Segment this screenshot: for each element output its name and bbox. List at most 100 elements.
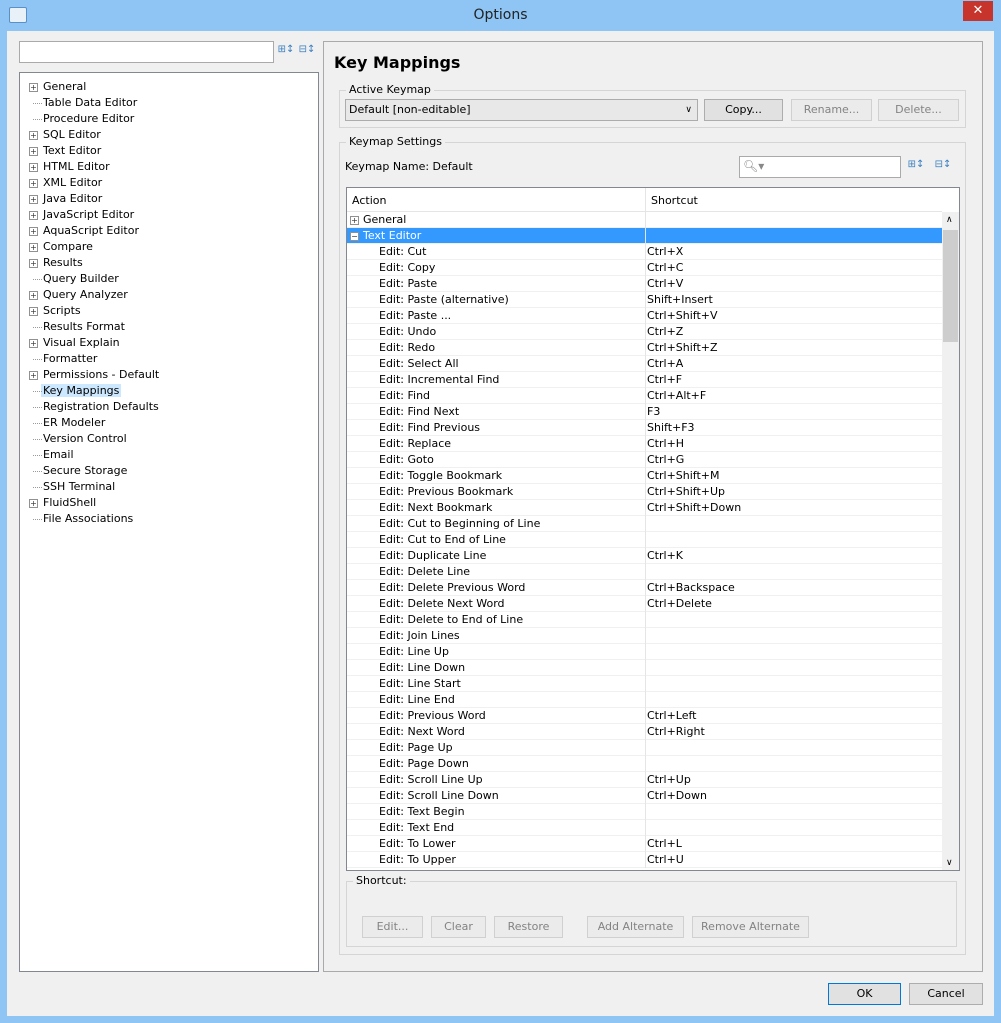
table-row[interactable]: Edit: Delete Line (347, 564, 942, 580)
expand-icon[interactable]: + (29, 243, 38, 252)
tree-item[interactable]: + JavaScript Editor (29, 207, 134, 223)
expand-icon[interactable]: + (29, 195, 38, 204)
expand-all-icon[interactable]: ⊞↕ (277, 44, 295, 60)
table-row[interactable]: Edit: Paste (alternative) Shift+Insert (347, 292, 942, 308)
table-row[interactable]: Edit: Delete Previous Word Ctrl+Backspace (347, 580, 942, 596)
expand-icon[interactable]: + (29, 307, 38, 316)
expand-icon[interactable]: + (29, 163, 38, 172)
table-row[interactable]: Edit: Text Begin (347, 804, 942, 820)
table-row[interactable]: Edit: Paste ... Ctrl+Shift+V (347, 308, 942, 324)
clear-button[interactable]: Clear (431, 916, 486, 938)
ok-button[interactable]: OK (828, 983, 901, 1005)
table-row[interactable]: Edit: Line Up (347, 644, 942, 660)
restore-button[interactable]: Restore (494, 916, 563, 938)
tree-item[interactable]: Version Control (33, 431, 127, 447)
tree-item[interactable]: Query Builder (33, 271, 119, 287)
column-shortcut[interactable]: Shortcut (645, 188, 698, 212)
expand-icon[interactable]: + (29, 83, 38, 92)
table-row[interactable]: Edit: Toggle Bookmark Ctrl+Shift+M (347, 468, 942, 484)
tree-item[interactable]: + SQL Editor (29, 127, 101, 143)
vertical-scrollbar[interactable]: ∧ ∨ (942, 212, 959, 870)
tree-item[interactable]: + Query Analyzer (29, 287, 128, 303)
table-row[interactable]: Edit: Page Up (347, 740, 942, 756)
close-button[interactable]: ✕ (963, 1, 993, 21)
table-row[interactable]: Edit: Scroll Line Down Ctrl+Down (347, 788, 942, 804)
column-action[interactable]: Action (347, 188, 386, 212)
table-row[interactable]: Edit: Find Ctrl+Alt+F (347, 388, 942, 404)
expand-icon[interactable]: + (29, 147, 38, 156)
table-row[interactable]: Edit: Join Lines (347, 628, 942, 644)
tree-item[interactable]: + FluidShell (29, 495, 96, 511)
table-row[interactable]: Edit: Find Previous Shift+F3 (347, 420, 942, 436)
tree-item[interactable]: Key Mappings (33, 383, 122, 399)
edit-shortcut-button[interactable]: Edit... (362, 916, 423, 938)
rename-button[interactable]: Rename... (791, 99, 872, 121)
table-row[interactable]: Edit: To Lower Ctrl+L (347, 836, 942, 852)
table-row[interactable]: Edit: Delete Next Word Ctrl+Delete (347, 596, 942, 612)
expand-icon[interactable]: + (350, 216, 359, 225)
scroll-up-icon[interactable]: ∧ (946, 215, 953, 225)
collapse-all-icon[interactable]: ⊟↕ (934, 159, 952, 175)
table-row[interactable]: Edit: Page Down (347, 756, 942, 772)
expand-all-icon[interactable]: ⊞↕ (907, 159, 925, 175)
table-row[interactable]: Edit: Previous Word Ctrl+Left (347, 708, 942, 724)
expand-icon[interactable]: + (29, 339, 38, 348)
tree-item[interactable]: Email (33, 447, 74, 463)
tree-item[interactable]: Formatter (33, 351, 97, 367)
cancel-button[interactable]: Cancel (909, 983, 983, 1005)
table-row[interactable]: Edit: Line Down (347, 660, 942, 676)
table-row[interactable]: Edit: Cut Ctrl+X (347, 244, 942, 260)
table-row[interactable]: Edit: Scroll Line Up Ctrl+Up (347, 772, 942, 788)
table-row[interactable]: Edit: To Upper Ctrl+U (347, 852, 942, 868)
remove-alternate-button[interactable]: Remove Alternate (692, 916, 809, 938)
tree-item[interactable]: Secure Storage (33, 463, 127, 479)
tree-item[interactable]: + XML Editor (29, 175, 102, 191)
tree-item[interactable]: + Java Editor (29, 191, 102, 207)
tree-item[interactable]: + HTML Editor (29, 159, 110, 175)
expand-icon[interactable]: + (29, 131, 38, 140)
table-row[interactable]: Edit: Replace Ctrl+H (347, 436, 942, 452)
table-row[interactable]: Edit: Next Bookmark Ctrl+Shift+Down (347, 500, 942, 516)
table-row[interactable]: Edit: Copy Ctrl+C (347, 260, 942, 276)
delete-button[interactable]: Delete... (878, 99, 959, 121)
table-row[interactable]: Edit: Previous Bookmark Ctrl+Shift+Up (347, 484, 942, 500)
tree-item[interactable]: + Results (29, 255, 83, 271)
table-row[interactable]: Edit: Line End (347, 692, 942, 708)
tree-item[interactable]: Table Data Editor (33, 95, 137, 111)
tree-item[interactable]: ER Modeler (33, 415, 105, 431)
table-row[interactable]: Edit: Select All Ctrl+A (347, 356, 942, 372)
tree-item[interactable]: Registration Defaults (33, 399, 159, 415)
expand-icon[interactable]: + (29, 371, 38, 380)
group-row[interactable]: + General (347, 212, 942, 228)
expand-icon[interactable]: + (29, 227, 38, 236)
add-alternate-button[interactable]: Add Alternate (587, 916, 684, 938)
table-row[interactable]: Edit: Text End (347, 820, 942, 836)
table-row[interactable]: Edit: Undo Ctrl+Z (347, 324, 942, 340)
tree-item[interactable]: + Permissions - Default (29, 367, 159, 383)
tree-item[interactable]: Procedure Editor (33, 111, 134, 127)
tree-item[interactable]: + Scripts (29, 303, 81, 319)
expand-icon[interactable]: + (29, 259, 38, 268)
action-search-input[interactable]: 🔍︎▾ (739, 156, 901, 178)
tree-item[interactable]: + Visual Explain (29, 335, 120, 351)
table-row[interactable]: Edit: Duplicate Line Ctrl+K (347, 548, 942, 564)
tree-item[interactable]: + Text Editor (29, 143, 101, 159)
options-search-input[interactable] (19, 41, 274, 63)
table-row[interactable]: Edit: Cut to Beginning of Line (347, 516, 942, 532)
table-row[interactable]: Edit: Cut to End of Line (347, 532, 942, 548)
collapse-all-icon[interactable]: ⊟↕ (298, 44, 316, 60)
expand-icon[interactable]: + (29, 499, 38, 508)
table-row[interactable]: Edit: Line Start (347, 676, 942, 692)
table-row[interactable]: Edit: Paste Ctrl+V (347, 276, 942, 292)
tree-item[interactable]: Results Format (33, 319, 125, 335)
group-row[interactable]: − Text Editor (347, 228, 942, 244)
table-row[interactable]: Edit: Delete to End of Line (347, 612, 942, 628)
table-row[interactable]: Edit: Goto Ctrl+G (347, 452, 942, 468)
expand-icon[interactable]: − (350, 232, 359, 241)
table-row[interactable]: Edit: Next Word Ctrl+Right (347, 724, 942, 740)
copy-button[interactable]: Copy... (704, 99, 783, 121)
tree-item[interactable]: File Associations (33, 511, 133, 527)
tree-item[interactable]: + General (29, 79, 86, 95)
tree-item[interactable]: SSH Terminal (33, 479, 115, 495)
keymap-select[interactable]: Default [non-editable] ∨ (345, 99, 698, 121)
